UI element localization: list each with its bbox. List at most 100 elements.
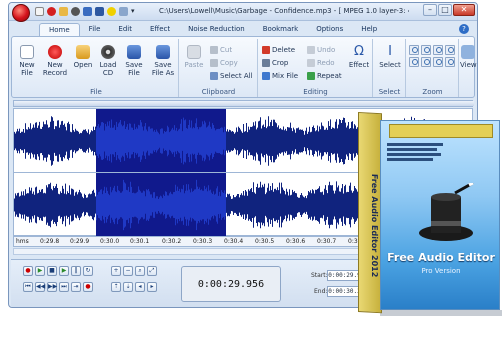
window-controls: – □ ✕ bbox=[423, 4, 475, 16]
loop-icon[interactable]: ↻ bbox=[83, 266, 93, 276]
zoom-selection-icon[interactable] bbox=[433, 45, 443, 55]
zoom-selection-icon[interactable]: ⌕ bbox=[135, 266, 145, 276]
zoom-left-icon[interactable]: ◂ bbox=[135, 282, 145, 292]
zoom-in-icon[interactable]: + bbox=[111, 266, 121, 276]
save-file-label: Save File bbox=[125, 61, 143, 77]
record-icon[interactable]: ● bbox=[23, 266, 33, 276]
new-record-button[interactable]: New Record bbox=[42, 45, 68, 77]
crop-label: Crop bbox=[272, 59, 289, 67]
redo-button[interactable]: Redo bbox=[307, 58, 335, 68]
play-selection-icon[interactable]: ▶ bbox=[59, 266, 69, 276]
save-file-as-label: Save File As bbox=[151, 61, 175, 77]
repeat-button[interactable]: Repeat bbox=[307, 71, 342, 81]
zoom-vertical-out-icon[interactable] bbox=[421, 57, 431, 67]
tab-effect[interactable]: Effect bbox=[141, 23, 179, 36]
tab-help[interactable]: Help bbox=[352, 23, 386, 36]
magic-hat-icon bbox=[419, 183, 474, 241]
save-icon[interactable] bbox=[83, 7, 92, 16]
effect-button[interactable]: Ω Effect bbox=[347, 45, 371, 70]
product-box-image: Free Audio Editor 2012 Free Audio Editor… bbox=[358, 112, 504, 317]
tab-file[interactable]: File bbox=[80, 23, 110, 36]
time-tick: 0:30.0 bbox=[100, 238, 120, 245]
window-title: C:\Users\Lowell\Music\Garbage - Confiden… bbox=[159, 7, 409, 15]
cut-button[interactable]: Cut bbox=[210, 45, 232, 55]
dropdown-icon[interactable]: ▾ bbox=[131, 7, 140, 16]
save-as-icon bbox=[156, 45, 170, 59]
zoom-out-icon[interactable]: − bbox=[123, 266, 133, 276]
load-cd-button[interactable]: Load CD bbox=[97, 45, 119, 77]
zoom-out-icon[interactable] bbox=[421, 45, 431, 55]
current-time-display: 0:00:29.956 bbox=[181, 266, 281, 302]
redo-icon bbox=[307, 59, 315, 67]
new-file-button[interactable]: New File bbox=[16, 45, 38, 77]
tab-home[interactable]: Home bbox=[39, 23, 80, 36]
next-marker-icon[interactable]: ⇥ bbox=[71, 282, 81, 292]
go-start-icon[interactable]: ⏮ bbox=[23, 282, 33, 292]
end-label: End: bbox=[314, 288, 328, 295]
zoom-in-icon[interactable] bbox=[409, 45, 419, 55]
tab-noise-reduction[interactable]: Noise Reduction bbox=[179, 23, 254, 36]
record-icon bbox=[48, 45, 62, 59]
copy-button[interactable]: Copy bbox=[210, 58, 238, 68]
play-icon[interactable]: ▶ bbox=[35, 266, 45, 276]
new-record-label: New Record bbox=[42, 61, 68, 77]
select-all-button[interactable]: Select All bbox=[210, 71, 253, 81]
record-icon[interactable] bbox=[47, 7, 56, 16]
rewind-icon[interactable]: ◀◀ bbox=[35, 282, 45, 292]
undo-icon[interactable] bbox=[119, 7, 128, 16]
open-button[interactable]: Open bbox=[72, 45, 94, 69]
tab-edit[interactable]: Edit bbox=[109, 23, 141, 36]
copy-label: Copy bbox=[220, 59, 238, 67]
select-button[interactable]: I Select bbox=[377, 44, 403, 70]
maximize-button[interactable]: □ bbox=[438, 4, 452, 16]
ribbon-group-clipboard: Paste Cut Copy Select All Clipboard bbox=[180, 39, 258, 97]
product-version: Pro Version bbox=[421, 267, 461, 275]
pause-icon[interactable]: ‖ bbox=[71, 266, 81, 276]
view-button[interactable]: View bbox=[460, 45, 477, 69]
zoom-vertical-out-icon[interactable]: ⇣ bbox=[123, 282, 133, 292]
text-cursor-icon: I bbox=[388, 44, 392, 59]
delete-label: Delete bbox=[272, 46, 295, 54]
help-icon[interactable]: ? bbox=[459, 24, 469, 34]
tab-options[interactable]: Options bbox=[307, 23, 352, 36]
save-as-icon[interactable] bbox=[95, 7, 104, 16]
box-description bbox=[387, 141, 447, 163]
crop-button[interactable]: Crop bbox=[262, 58, 288, 68]
tab-bookmark[interactable]: Bookmark bbox=[254, 23, 307, 36]
save-file-button[interactable]: Save File bbox=[122, 45, 146, 77]
paste-label: Paste bbox=[184, 61, 204, 69]
cd-icon[interactable] bbox=[71, 7, 80, 16]
mix-file-button[interactable]: Mix File bbox=[262, 71, 298, 81]
zoom-right-icon[interactable] bbox=[445, 57, 455, 67]
application-menu-button[interactable] bbox=[12, 4, 30, 22]
open-folder-icon[interactable] bbox=[59, 7, 68, 16]
ribbon-group-zoom: Zoom bbox=[407, 39, 459, 97]
time-tick: 0:30.7 bbox=[317, 238, 337, 245]
forward-icon[interactable]: ▶▶ bbox=[47, 282, 57, 292]
minimize-button[interactable]: – bbox=[423, 4, 437, 16]
zoom-left-icon[interactable] bbox=[433, 57, 443, 67]
new-icon[interactable] bbox=[35, 7, 44, 16]
close-button[interactable]: ✕ bbox=[453, 4, 475, 16]
paste-icon bbox=[187, 45, 201, 59]
overview-thumb[interactable] bbox=[14, 101, 474, 106]
save-file-as-button[interactable]: Save File As bbox=[149, 45, 177, 77]
quick-access-toolbar: ▾ bbox=[35, 7, 140, 16]
stop-icon[interactable]: ■ bbox=[47, 266, 57, 276]
overview-scrollbar[interactable] bbox=[13, 100, 474, 107]
zoom-right-icon[interactable]: ▸ bbox=[147, 282, 157, 292]
zoom-vertical-in-icon[interactable]: ⇡ bbox=[111, 282, 121, 292]
record-small-icon[interactable]: ● bbox=[83, 282, 93, 292]
time-tick: 0:29.8 bbox=[40, 238, 60, 245]
radiation-icon[interactable] bbox=[107, 7, 116, 16]
paste-button[interactable]: Paste bbox=[183, 45, 205, 69]
spine-title: Free Audio Editor 2012 bbox=[370, 173, 379, 278]
zoom-full-icon[interactable] bbox=[445, 45, 455, 55]
undo-button[interactable]: Undo bbox=[307, 45, 335, 55]
select-all-icon bbox=[210, 72, 218, 80]
box-shadow bbox=[380, 310, 502, 316]
delete-button[interactable]: Delete bbox=[262, 45, 295, 55]
zoom-vertical-in-icon[interactable] bbox=[409, 57, 419, 67]
zoom-full-icon[interactable]: ⤢ bbox=[147, 266, 157, 276]
go-end-icon[interactable]: ⏭ bbox=[59, 282, 69, 292]
